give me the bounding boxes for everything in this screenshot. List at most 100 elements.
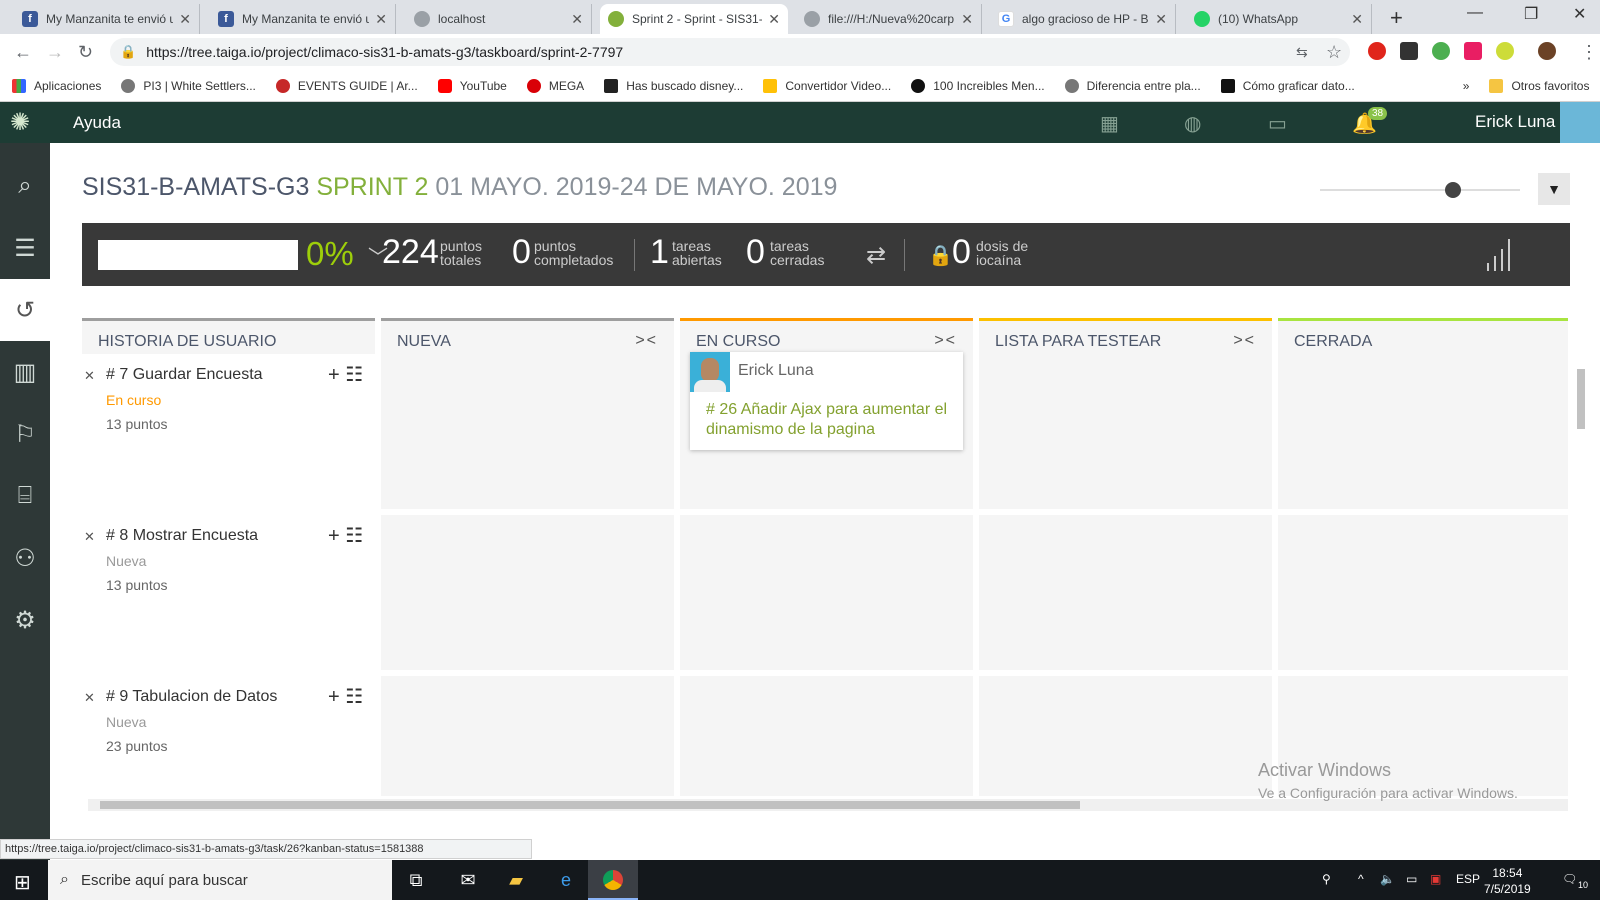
scroll-thumb[interactable] (100, 801, 1080, 809)
user-avatar[interactable] (1560, 102, 1600, 143)
star-icon[interactable]: ☆ (1326, 42, 1342, 63)
collapse-row-icon[interactable]: ✕ (84, 690, 95, 706)
close-window-icon[interactable]: ✕ (1573, 4, 1586, 24)
vertical-scrollbar[interactable] (1575, 353, 1587, 793)
collapse-column-icon[interactable]: >< (635, 332, 658, 350)
bookmark-item[interactable]: Convertidor Video... (763, 78, 891, 93)
bookmark-item[interactable]: Diferencia entre pla... (1064, 78, 1201, 93)
reload-icon[interactable]: ↻ (78, 42, 93, 63)
profile-avatar-icon[interactable] (1538, 42, 1556, 60)
taiga-logo-icon[interactable]: ✺ (10, 108, 30, 137)
menu-dots-icon[interactable]: ⋮ (1580, 42, 1598, 63)
task-cell[interactable] (381, 515, 674, 670)
bookmark-item[interactable]: EVENTS GUIDE | Ar... (275, 78, 418, 93)
network-icon[interactable]: ▭ (1406, 872, 1417, 886)
add-task-icon[interactable]: + (328, 364, 340, 386)
task-cell[interactable] (1278, 515, 1568, 670)
close-tab-icon[interactable]: ✕ (571, 11, 583, 28)
kanban-icon[interactable]: ▥ (0, 341, 50, 403)
task-cell[interactable] (381, 676, 674, 796)
task-cell[interactable] (979, 515, 1272, 670)
task-cell[interactable] (1278, 354, 1568, 509)
add-task-icon[interactable]: + (328, 525, 340, 547)
chevron-up-icon[interactable]: ^ (1358, 872, 1364, 886)
language-indicator[interactable]: ESP (1456, 872, 1480, 886)
bulk-add-icon[interactable]: ☷ (345, 525, 363, 547)
user-story-title[interactable]: # 8 Mostrar Encuesta (106, 527, 258, 545)
backlog-list-icon[interactable]: ☰ (0, 217, 50, 279)
file-explorer-icon[interactable]: ▰ (504, 868, 528, 892)
issues-bookmark-icon[interactable]: ⚐ (0, 403, 50, 465)
close-tab-icon[interactable]: ✕ (961, 11, 973, 28)
collapse-row-icon[interactable]: ✕ (84, 529, 95, 545)
windows-start-icon[interactable]: ⊞ (14, 870, 31, 895)
mail-icon[interactable]: ✉ (456, 868, 480, 892)
bookmark-item[interactable]: Cómo graficar dato... (1220, 78, 1355, 93)
forward-arrow-icon[interactable]: → (46, 42, 64, 63)
browser-tab[interactable]: (10) WhatsApp ✕ (1186, 4, 1372, 34)
task-cell[interactable] (381, 354, 674, 509)
help-link[interactable]: Ayuda (73, 113, 121, 133)
folder-icon[interactable]: ▭ (1268, 111, 1287, 136)
extension-icon[interactable] (1464, 42, 1482, 60)
close-tab-icon[interactable]: ✕ (1155, 11, 1167, 28)
minimize-icon[interactable]: — (1467, 4, 1483, 22)
bulk-add-icon[interactable]: ☷ (345, 364, 363, 386)
bookmark-item[interactable]: MEGA (526, 78, 584, 93)
extension-icon[interactable] (1432, 42, 1450, 60)
close-tab-icon[interactable]: ✕ (179, 11, 191, 28)
close-tab-icon[interactable]: ✕ (1351, 11, 1363, 28)
user-story-title[interactable]: # 7 Guardar Encuesta (106, 366, 263, 384)
task-title-link[interactable]: # 26 Añadir Ajax para aumentar el dinami… (706, 400, 956, 440)
user-name[interactable]: Erick Luna (1475, 112, 1555, 132)
opera-extension-icon[interactable] (1368, 42, 1386, 60)
extension-icon[interactable] (1400, 42, 1418, 60)
translate-icon[interactable]: ⇆ (1296, 44, 1308, 61)
browser-tab[interactable]: G algo gracioso de HP - Bu ✕ (990, 4, 1176, 34)
task-view-icon[interactable]: ⧉ (404, 868, 428, 892)
zoom-slider-handle[interactable] (1445, 182, 1461, 198)
bookmark-item[interactable]: YouTube (437, 78, 507, 93)
edge-icon[interactable]: e (554, 868, 578, 892)
projects-grid-icon[interactable]: ▦ (1100, 111, 1119, 136)
new-tab-button[interactable]: + (1390, 5, 1403, 31)
scroll-thumb[interactable] (1577, 369, 1585, 429)
taskbar-clock[interactable]: 18:54 7/5/2019 (1484, 865, 1531, 897)
url-input[interactable]: 🔒 https://tree.taiga.io/project/climaco-… (110, 38, 1350, 66)
task-cell[interactable] (979, 354, 1272, 509)
burndown-graph-icon[interactable] (1487, 237, 1510, 271)
task-cell[interactable] (680, 515, 973, 670)
zoom-slider-track[interactable] (1320, 189, 1520, 191)
task-cell[interactable] (680, 676, 973, 796)
project-name[interactable]: SIS31-B-AMATS-G3 (82, 173, 309, 201)
action-center-icon[interactable]: 🗨 (1562, 872, 1577, 886)
browser-tab[interactable]: f My Manzanita te envió u ✕ (210, 4, 396, 34)
add-task-icon[interactable]: + (328, 686, 340, 708)
bookmark-item[interactable]: 100 Increibles Men... (911, 78, 1045, 93)
task-cell[interactable] (979, 676, 1272, 796)
extension-icon[interactable] (1496, 42, 1514, 60)
bookmark-apps[interactable]: Aplicaciones (12, 78, 101, 93)
more-bookmarks-icon[interactable]: » (1463, 79, 1470, 93)
bulk-add-icon[interactable]: ☷ (345, 686, 363, 708)
bookmark-item[interactable]: PI3 | White Settlers... (121, 78, 256, 93)
browser-tab-active[interactable]: Sprint 2 - Sprint - SIS31- ✕ (600, 4, 788, 34)
close-tab-icon[interactable]: ✕ (768, 11, 780, 28)
settings-gear-icon[interactable]: ⚙ (0, 589, 50, 651)
battery-alert-icon[interactable]: ▣ (1430, 872, 1441, 886)
task-card[interactable]: Erick Luna # 26 Añadir Ajax para aumenta… (690, 352, 963, 450)
browser-tab[interactable]: file:///H:/Nueva%20carp ✕ (796, 4, 982, 34)
search-icon[interactable]: ⌕ (0, 155, 50, 217)
people-icon[interactable]: ⚲ (1322, 872, 1331, 886)
collapse-row-icon[interactable]: ✕ (84, 368, 95, 384)
collapse-column-icon[interactable]: >< (1233, 332, 1256, 350)
restore-icon[interactable]: ❐ (1524, 4, 1538, 24)
browser-tab[interactable]: localhost ✕ (406, 4, 592, 34)
other-bookmarks[interactable]: Otros favoritos (1489, 78, 1589, 93)
user-story-title[interactable]: # 9 Tabulacion de Datos (106, 688, 277, 706)
timeline-icon[interactable]: ↺ (0, 279, 50, 341)
discover-globe-icon[interactable]: ◍ (1184, 111, 1201, 136)
close-tab-icon[interactable]: ✕ (375, 11, 387, 28)
bookmark-item[interactable]: Has buscado disney... (604, 78, 743, 93)
filter-button[interactable]: ▼ (1538, 173, 1570, 205)
